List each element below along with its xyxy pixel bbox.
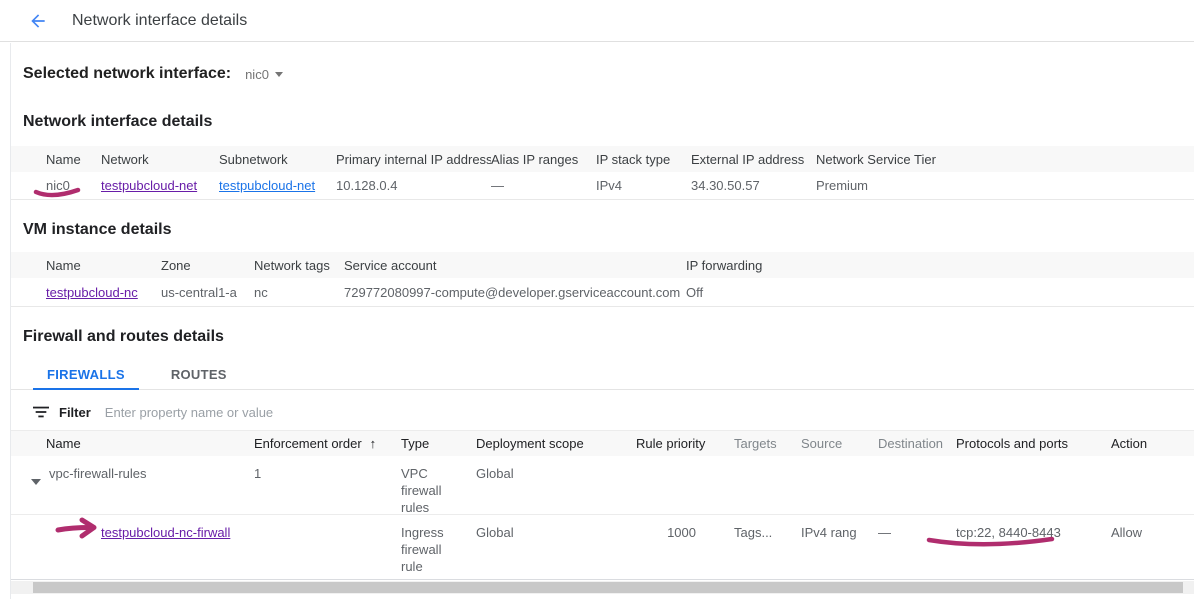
firewall-type: VPC firewall rules (401, 456, 463, 516)
vm-table-header: Name Zone Network tags Service account I… (11, 252, 1194, 278)
sort-ascending-icon: ↑ (370, 436, 377, 451)
ip-stack-type: IPv4 (596, 178, 691, 193)
chevron-down-icon (275, 72, 283, 77)
tab-firewalls[interactable]: FIREWALLS (33, 359, 139, 390)
firewall-table-header: Name Enforcement order↑ Type Deployment … (11, 430, 1194, 456)
table-row: vpc-firewall-rules 1 VPC firewall rules … (11, 456, 1194, 515)
column-header: Network tags (254, 258, 344, 273)
column-header: Name (46, 258, 161, 273)
content-panel: Selected network interface: nic0 Network… (10, 43, 1194, 599)
column-header: Source (801, 436, 878, 451)
source (801, 456, 878, 465)
firewall-routes-tabs: FIREWALLS ROUTES (11, 359, 1194, 390)
subnetwork-link[interactable]: testpubcloud-net (219, 178, 315, 193)
targets: Tags... (706, 515, 801, 541)
column-header-sorted[interactable]: Enforcement order↑ (254, 436, 401, 451)
column-header: IP forwarding (686, 258, 1194, 273)
nic-section-title: Network interface details (23, 113, 212, 131)
network-interface-selector: Selected network interface: nic0 (23, 65, 283, 83)
network-tags: nc (254, 285, 344, 300)
destination: — (878, 515, 956, 541)
deployment-scope: Global (476, 456, 636, 482)
column-header: Deployment scope (476, 436, 636, 451)
protocols-and-ports (956, 456, 1111, 465)
column-header: Rule priority (636, 436, 706, 451)
rule-priority: 1000 (636, 515, 706, 541)
column-header: IP stack type (596, 152, 691, 167)
firewall-group-name: vpc-firewall-rules (49, 465, 147, 482)
enforcement-order (254, 515, 401, 524)
targets (706, 456, 801, 465)
column-header: Destination (878, 436, 956, 451)
column-header: Type (401, 436, 476, 451)
column-header: Subnetwork (219, 152, 336, 167)
firewall-section-title: Firewall and routes details (23, 328, 224, 346)
table-row: nic0 testpubcloud-net testpubcloud-net 1… (11, 172, 1194, 200)
table-row: testpubcloud-nc us-central1-a nc 7297720… (11, 278, 1194, 307)
ip-forwarding: Off (686, 285, 1194, 300)
vm-instance-link[interactable]: testpubcloud-nc (46, 285, 138, 300)
page-title: Network interface details (72, 12, 247, 30)
enforcement-order: 1 (254, 456, 401, 482)
action: Allow (1111, 515, 1194, 541)
filter-label[interactable]: Filter (59, 405, 91, 420)
selector-dropdown[interactable]: nic0 (245, 67, 283, 82)
top-app-bar: Network interface details (0, 0, 1194, 42)
back-button[interactable] (26, 9, 50, 33)
network-link[interactable]: testpubcloud-net (101, 178, 197, 193)
vm-section-title: VM instance details (23, 221, 172, 239)
back-arrow-icon (28, 11, 48, 31)
rule-priority (636, 456, 706, 465)
alias-ip-ranges: — (491, 178, 596, 193)
filter-bar: Filter (11, 397, 1194, 427)
protocols-and-ports: tcp:22, 8440-8443 (956, 515, 1111, 541)
primary-internal-ip: 10.128.0.4 (336, 178, 491, 193)
tab-routes[interactable]: ROUTES (157, 359, 241, 390)
firewall-rule-link[interactable]: testpubcloud-nc-firwall (101, 524, 230, 541)
expand-arrow-icon[interactable] (31, 479, 41, 485)
zone: us-central1-a (161, 285, 254, 300)
filter-icon[interactable] (33, 405, 49, 419)
column-header: Alias IP ranges (491, 152, 596, 167)
column-header: Primary internal IP address (336, 152, 491, 167)
column-header: Action (1111, 436, 1194, 451)
horizontal-scrollbar (11, 581, 1194, 594)
column-header: Name (46, 152, 101, 167)
network-service-tier: Premium (816, 178, 1194, 193)
external-ip: 34.30.50.57 (691, 178, 816, 193)
column-header: Zone (161, 258, 254, 273)
selector-label: Selected network interface: (23, 65, 231, 83)
source: IPv4 rang (801, 515, 878, 541)
action (1111, 456, 1194, 465)
scrollbar-thumb[interactable] (33, 582, 1183, 593)
nic-name: nic0 (46, 178, 101, 193)
table-row: testpubcloud-nc-firwall Ingress firewall… (11, 515, 1194, 580)
nic-table-header: Name Network Subnetwork Primary internal… (11, 146, 1194, 172)
column-header: Name (29, 436, 254, 451)
column-header: External IP address (691, 152, 816, 167)
column-header: Service account (344, 258, 686, 273)
column-header: Targets (706, 436, 801, 451)
filter-input[interactable] (105, 405, 525, 420)
firewall-type: Ingress firewall rule (401, 515, 463, 575)
column-header: Network Service Tier (816, 152, 1194, 167)
deployment-scope: Global (476, 515, 636, 541)
service-account: 729772080997-compute@developer.gservicea… (344, 285, 686, 300)
destination (878, 456, 956, 465)
selector-value: nic0 (245, 67, 269, 82)
column-header: Network (101, 152, 219, 167)
column-header: Protocols and ports (956, 436, 1111, 451)
